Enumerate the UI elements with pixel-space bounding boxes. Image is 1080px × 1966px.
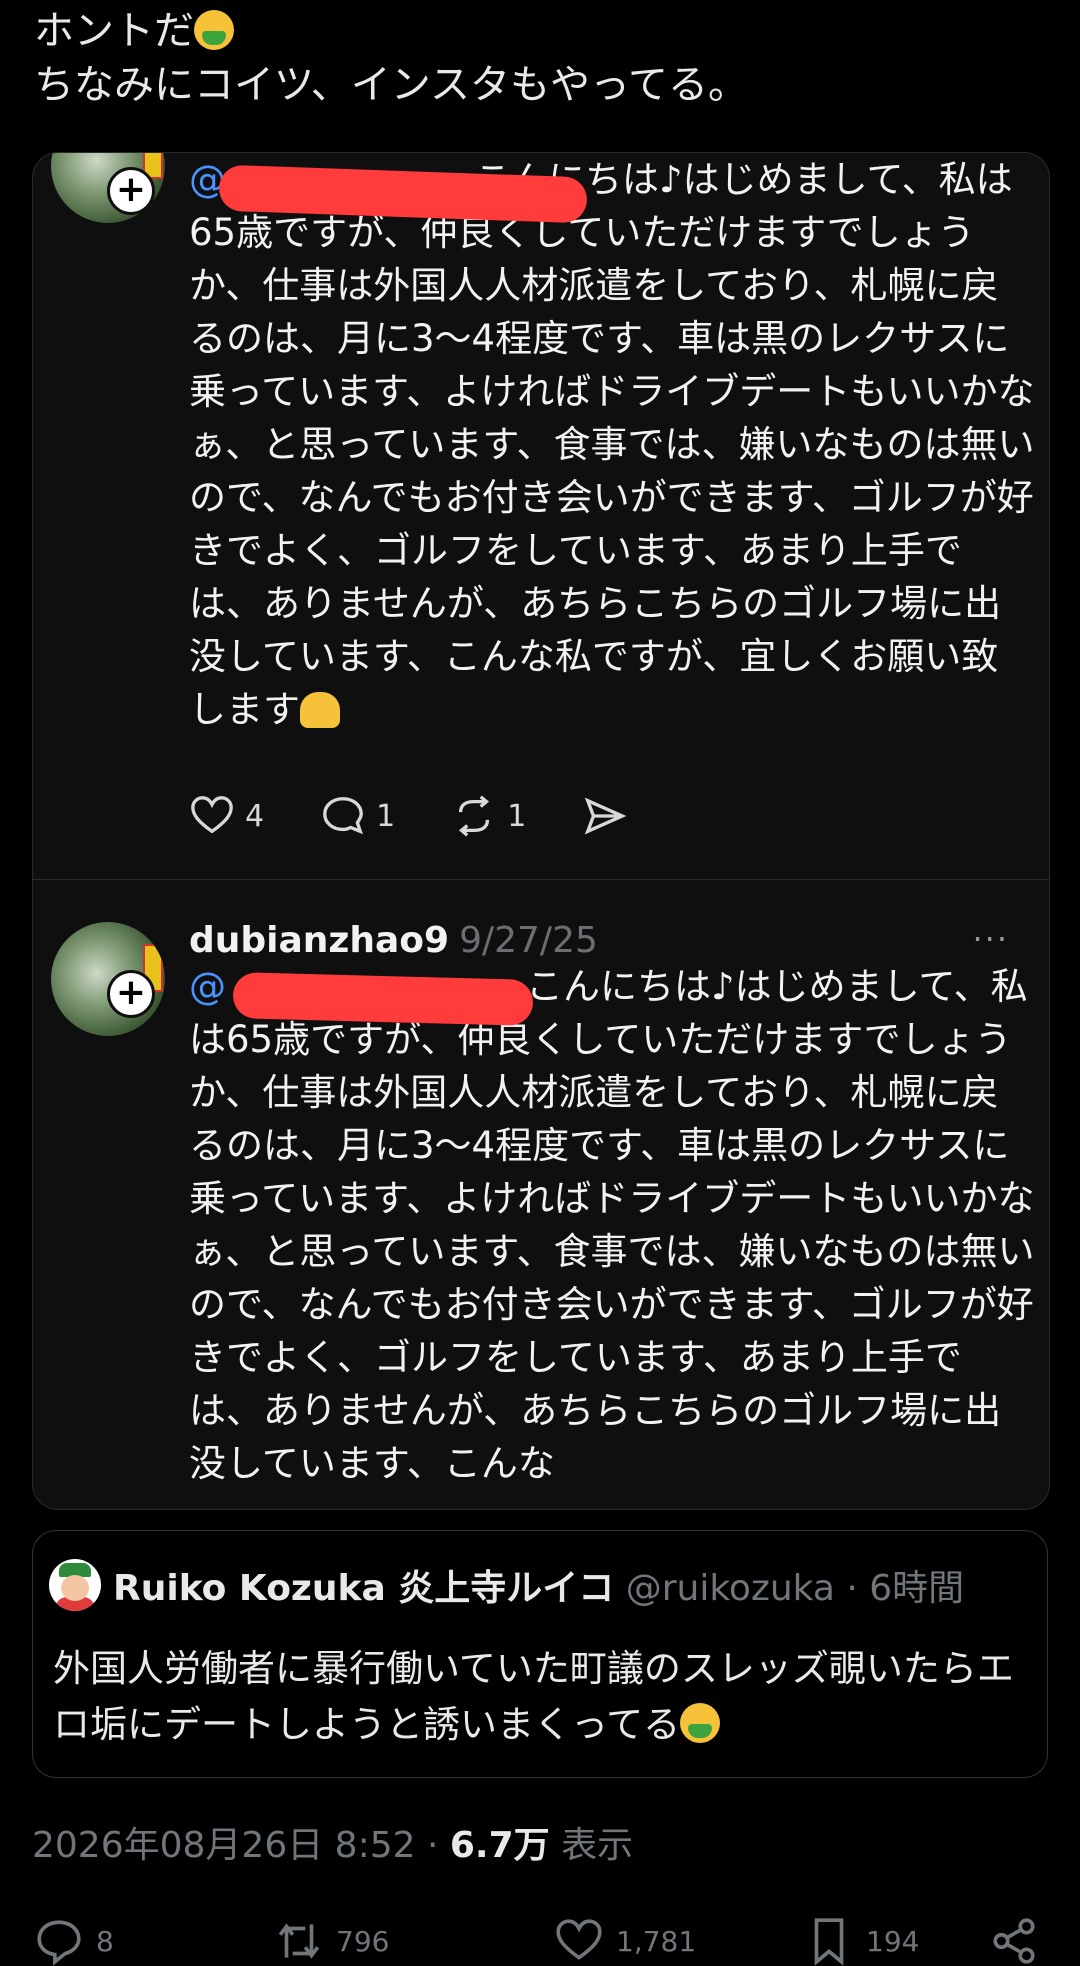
timestamp-datetime[interactable]: 2026年08月26日 8:52 — [32, 1825, 416, 1866]
like-button[interactable]: 1,781 — [554, 1916, 696, 1966]
bookmark-icon — [814, 1918, 844, 1966]
repost-icon — [459, 795, 490, 837]
like-count: 4 — [245, 798, 265, 834]
share-button[interactable] — [989, 1916, 1039, 1966]
quote-text: 外国人労働者に暴行働いていた町議のスレッズ覗いたらエロ垢にデートしようと誘いまく… — [53, 1641, 1033, 1753]
reply-icon — [37, 1920, 81, 1966]
post-text: こんにちは♪はじめまして、私は65歳ですが、仲良くしていただけますでしょうか、仕… — [189, 965, 1035, 1485]
hands-emoji-icon — [300, 692, 340, 728]
quote-avatar[interactable] — [49, 1559, 101, 1611]
retweet-count: 796 — [336, 1924, 390, 1958]
quoted-tweet[interactable]: Ruiko Kozuka 炎上寺ルイコ @ruikozuka · 6時間 外国人… — [32, 1530, 1048, 1778]
timestamp-separator: · — [415, 1825, 450, 1866]
username-text: dubianzhao9 — [189, 920, 450, 961]
views-label: 表示 — [549, 1825, 634, 1866]
plus-icon[interactable]: + — [107, 167, 155, 215]
share-action[interactable] — [582, 793, 628, 839]
share-icon — [585, 797, 627, 835]
tweet-text: ホントだ ちなみにコイツ、インスタもやってる。 — [34, 4, 1054, 112]
post-text: こんにちは♪はじめまして、私は65歳ですが、仲良くしていただけますでしょうか、仕… — [189, 158, 1035, 731]
post-username[interactable]: dubianzhao9 9/27/25 — [189, 920, 598, 961]
engagement-bar: 8 796 1,781 194 — [34, 1912, 1054, 1966]
heart-icon — [191, 796, 233, 834]
quote-author-name[interactable]: Ruiko Kozuka 炎上寺ルイコ — [113, 1568, 614, 1609]
post-body: @ こんにちは♪はじめまして、私は65歳ですが、仲良くしていただけますでしょうか、… — [189, 960, 1035, 1490]
plus-icon[interactable]: + — [107, 970, 155, 1018]
nauseated-emoji-icon — [194, 10, 234, 50]
quote-text-content: 外国人労働者に暴行働いていた町議のスレッズ覗いたらエロ垢にデートしようと誘いまく… — [53, 1647, 1014, 1746]
repost-action[interactable]: 1 — [451, 793, 526, 839]
bookmark-count: 194 — [866, 1924, 920, 1958]
tweet-timestamp: 2026年08月26日 8:52 · 6.7万 表示 — [32, 1816, 633, 1868]
views-count: 6.7万 — [449, 1825, 550, 1866]
comment-action[interactable]: 1 — [320, 793, 395, 839]
reply-button[interactable]: 8 — [34, 1916, 114, 1966]
more-icon[interactable]: ··· — [972, 920, 1009, 958]
like-action[interactable]: 4 — [189, 793, 264, 839]
reply-count: 8 — [96, 1924, 114, 1958]
retweet-icon — [278, 1923, 320, 1959]
mention-link[interactable]: @ — [189, 965, 226, 1008]
quote-time: · 6時間 — [846, 1568, 965, 1609]
quote-handle[interactable]: @ruikozuka — [626, 1568, 835, 1609]
threads-post-1: + @ こんにちは♪はじめまして、私は65歳ですが、仲良くしていただけますでしょう… — [33, 153, 1049, 880]
retweet-button[interactable]: 796 — [274, 1916, 389, 1966]
redaction-mark — [232, 972, 534, 1026]
post-body: @ こんにちは♪はじめまして、私は65歳ですが、仲良くしていただけますでしょうか、… — [189, 153, 1035, 736]
nauseated-emoji-icon — [680, 1703, 721, 1743]
share-nodes-icon — [993, 1918, 1035, 1964]
bookmark-button[interactable]: 194 — [804, 1916, 919, 1966]
like-count: 1,781 — [616, 1924, 697, 1958]
threads-post-2: + dubianzhao9 9/27/25 ··· @ こんにちは♪はじめまして、私… — [33, 880, 1049, 1509]
tweet-text-line1: ホントだ — [34, 8, 194, 54]
comment-icon — [323, 797, 364, 835]
post-date: 9/27/25 — [459, 920, 598, 961]
like-heart-icon — [556, 1919, 602, 1960]
embedded-screenshot: + @ こんにちは♪はじめまして、私は65歳ですが、仲良くしていただけますでしょう… — [32, 152, 1050, 1510]
tweet-text-line2: ちなみにコイツ、インスタもやってる。 — [34, 62, 748, 108]
quote-header: Ruiko Kozuka 炎上寺ルイコ @ruikozuka · 6時間 — [113, 1559, 964, 1611]
repost-count: 1 — [507, 798, 527, 834]
comment-count: 1 — [376, 798, 396, 834]
post-actions: 4 1 1 — [189, 793, 684, 839]
